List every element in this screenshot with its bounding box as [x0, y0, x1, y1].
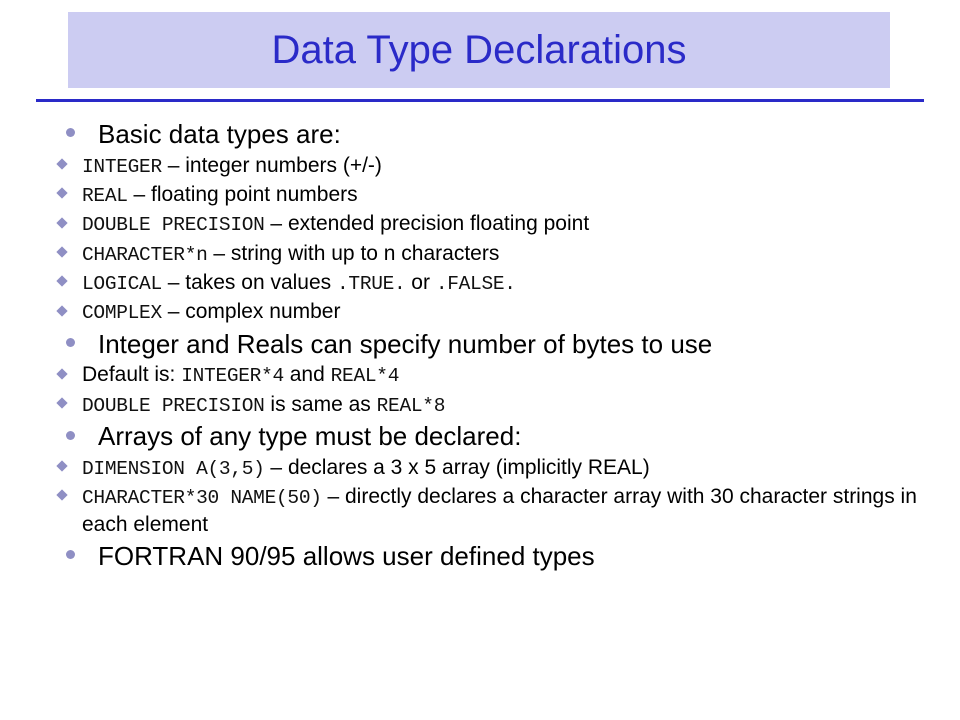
bullet-diamond-icon	[56, 460, 68, 472]
text-span: – complex number	[161, 300, 341, 324]
code-span: INTEGER*4	[181, 365, 284, 388]
bullet-item-level1: Arrays of any type must be declared:	[44, 420, 934, 453]
code-span: CHARACTER*30 NAME(50)	[82, 487, 322, 510]
bullet-list: Basic data types are: INTEGER – integer n…	[44, 118, 934, 572]
bullet-item-level2: COMPLEX – complex number	[44, 298, 934, 326]
text-span: – integer numbers (+/-)	[161, 153, 382, 177]
code-span: DIMENSION A(3,5)	[82, 457, 265, 480]
slide: Data Type Declarations Basic data types …	[0, 0, 960, 720]
text-span: Integer and Reals can specify number of …	[98, 328, 713, 359]
bullet-diamond-icon	[56, 305, 68, 317]
bullet-diamond-icon	[56, 275, 68, 288]
text-span: FORTRAN 90/95 allows user defined types	[98, 540, 595, 571]
code-span: .TRUE.	[337, 273, 406, 296]
code-span: .FALSE.	[435, 273, 516, 296]
bullet-diamond-icon	[56, 489, 68, 502]
page-title: Data Type Declarations	[271, 27, 687, 72]
bullet-item-level1: Integer and Reals can specify number of …	[44, 328, 934, 361]
bullet-dot-icon	[66, 430, 75, 440]
text-span: Default is:	[82, 363, 182, 387]
bullet-dot-icon	[66, 550, 75, 560]
text-span: and	[283, 363, 331, 387]
bullet-item-level2: DOUBLE PRECISION – extended precision fl…	[44, 210, 934, 238]
bullet-diamond-icon	[56, 187, 68, 199]
code-span: REAL*4	[330, 365, 400, 388]
code-span: COMPLEX	[82, 302, 162, 325]
bullet-item-level2: DIMENSION A(3,5) – declares a 3 x 5 arra…	[44, 454, 934, 482]
bullet-item-level2: CHARACTER*30 NAME(50) – directly declare…	[44, 483, 934, 539]
code-span: DOUBLE PRECISION	[82, 394, 265, 417]
bullet-dot-icon	[66, 128, 75, 138]
text-span: or	[405, 271, 436, 295]
bullet-item-level2: DOUBLE PRECISION is same as REAL*8	[44, 391, 934, 419]
text-span: – string with up to n characters	[207, 241, 500, 265]
slide-body: Basic data types are: INTEGER – integer n…	[44, 118, 934, 573]
bullet-item-level2: INTEGER – integer numbers (+/-)	[44, 152, 934, 180]
bullet-item-level2: LOGICAL – takes on values .TRUE. or .FAL…	[44, 269, 934, 297]
text-span: Basic data types are:	[98, 119, 341, 149]
text-span: is same as	[264, 392, 377, 416]
code-span: REAL*8	[376, 394, 446, 417]
bullet-item-level2: REAL – floating point numbers	[44, 181, 934, 209]
bullet-diamond-icon	[56, 368, 68, 380]
text-span: – extended precision floating point	[264, 212, 590, 236]
bullet-diamond-icon	[56, 217, 68, 229]
bullet-diamond-icon	[56, 397, 68, 409]
bullet-diamond-icon	[56, 158, 68, 170]
text-span: – floating point numbers	[127, 182, 358, 206]
title-divider	[36, 99, 924, 102]
bullet-item-level2: CHARACTER*n – string with up to n charac…	[44, 240, 934, 268]
code-span: REAL	[82, 184, 128, 207]
text-span: – declares a 3 x 5 array (implicitly REA…	[264, 455, 650, 479]
bullet-diamond-icon	[56, 246, 68, 258]
code-span: LOGICAL	[82, 273, 162, 296]
code-span: INTEGER	[82, 155, 162, 178]
bullet-item-level1: FORTRAN 90/95 allows user defined types	[44, 540, 934, 573]
text-span: – takes on values	[161, 271, 337, 295]
text-span: Arrays of any type must be declared:	[98, 421, 522, 452]
bullet-item-level2: Default is: INTEGER*4 and REAL*4	[44, 361, 934, 389]
code-span: DOUBLE PRECISION	[82, 214, 265, 237]
bullet-dot-icon	[66, 338, 75, 348]
bullet-item-level1: Basic data types are:	[44, 118, 934, 151]
code-span: CHARACTER*n	[82, 243, 208, 266]
